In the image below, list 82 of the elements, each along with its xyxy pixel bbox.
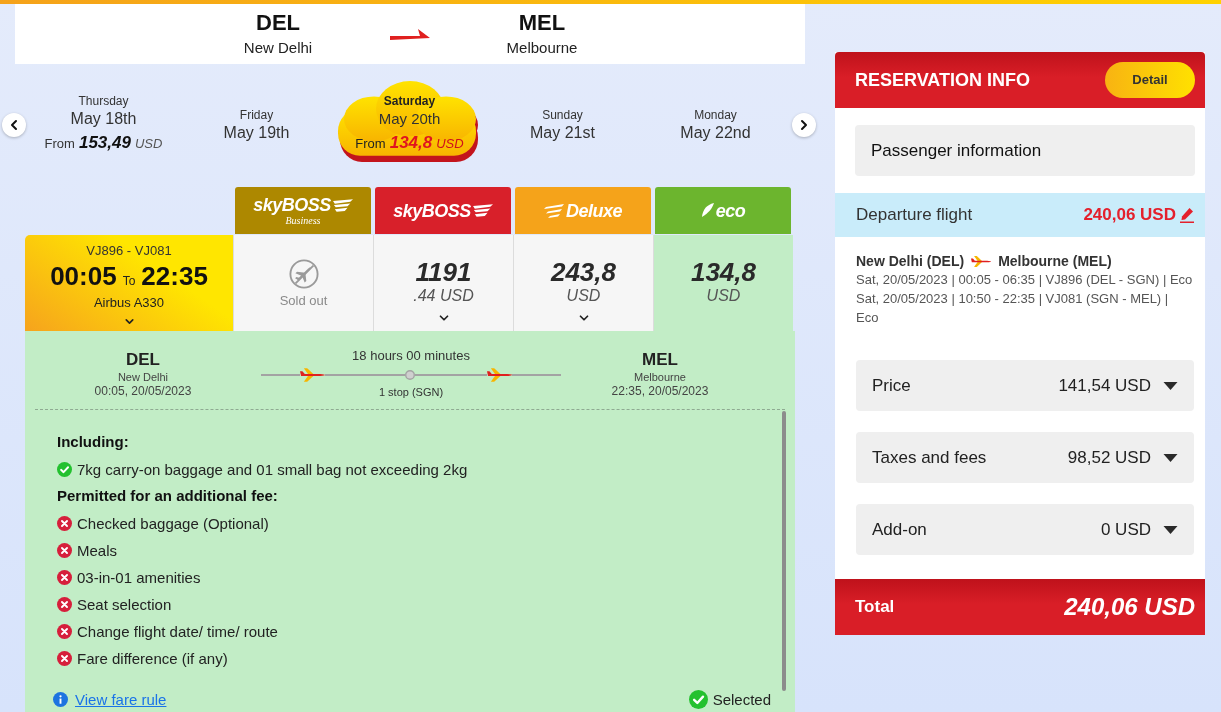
flight-summary-card[interactable]: VJ896 - VJ081 00:05 To 22:35 Airbus A330 <box>25 235 233 331</box>
city-name: New Delhi <box>117 371 169 384</box>
charge-row[interactable]: Add-on 0 USD <box>856 504 1194 555</box>
caret-down-icon <box>1163 381 1178 390</box>
date-option[interactable]: Saturday May 20th From 134,8 USD <box>333 80 486 170</box>
fare-option[interactable]: 243,8 USD <box>513 235 653 331</box>
fare-feature-text: 7kg carry-on baggage and 01 small bag not exceeding 2kg <box>77 460 468 479</box>
city-name: Melbourne <box>506 39 578 57</box>
total-label: Total <box>855 596 895 619</box>
date-option[interactable]: Monday May 22nd <box>639 80 792 170</box>
fare-option[interactable]: 1191 .44 USD <box>373 235 513 331</box>
fare-feature-text: Meals <box>77 541 117 560</box>
segment-details: Sat, 20/05/2023 | 10:50 - 22:35 | VJ081 (SGN - MEL) | Eco <box>856 290 1170 327</box>
date-option[interactable]: Thursday May 18th From 153,49 USD <box>27 80 180 170</box>
stops-info: 1 stop (SGN) <box>378 386 444 399</box>
x-circle-icon <box>57 516 72 531</box>
date-option[interactable]: Sunday May 21st <box>486 80 639 170</box>
plane-icon <box>300 368 325 382</box>
x-circle-icon <box>57 570 72 585</box>
airport-code: MEL <box>518 11 566 35</box>
fare-feature-text: 03-in-01 amenities <box>77 568 201 587</box>
fare-feature-text: Checked baggage (Optional) <box>77 514 269 533</box>
detail-button[interactable]: Detail <box>1105 62 1195 98</box>
edit-icon[interactable] <box>1180 207 1194 223</box>
fare-feature-text: Fare difference (if any) <box>77 649 228 668</box>
arrival-time: 22:35 <box>141 261 208 291</box>
airport-code: DEL <box>256 11 300 35</box>
fare-class-name: Deluxe <box>566 200 622 221</box>
info-icon <box>53 692 68 707</box>
fare-feature-text: Change flight date/ time/ route <box>77 622 278 641</box>
section-heading: Permitted for an additional fee: <box>57 486 279 507</box>
plane-slash-icon <box>288 259 319 289</box>
flight-numbers: VJ896 - VJ081 <box>86 243 172 259</box>
speed-lines-icon <box>544 203 564 218</box>
city-name: Melbourne <box>634 371 686 384</box>
charge-row[interactable]: Taxes and fees 98,52 USD <box>856 432 1194 483</box>
fare-class-name: eco <box>715 200 746 221</box>
fare-class-name: skyBOSS <box>393 200 471 221</box>
sold-out-label: Sold out <box>279 293 328 308</box>
fare-feature-text: Seat selection <box>77 595 172 614</box>
segment-details: Sat, 20/05/2023 | 00:05 - 06:35 | VJ896 (DEL - SGN) | Eco <box>856 271 1194 289</box>
x-circle-icon <box>57 651 72 666</box>
aircraft-name: Airbus A330 <box>93 295 165 311</box>
airport-code: MEL <box>642 350 678 370</box>
x-circle-icon <box>57 597 72 612</box>
wing-icon <box>472 204 493 217</box>
charge-row[interactable]: Price 141,54 USD <box>856 360 1194 411</box>
airport-code: DEL <box>126 350 160 370</box>
to-label: To <box>122 273 136 290</box>
panel-title: RESERVATION INFO <box>855 68 1031 92</box>
departure-amount: 240,06 USD <box>1083 204 1176 227</box>
fare-rule-link[interactable]: View fare rule <box>75 690 167 709</box>
previous-dates-button[interactable] <box>2 113 26 137</box>
fare-class-subtitle: Business <box>285 215 321 226</box>
departure-label: Departure flight <box>856 204 973 227</box>
caret-down-icon <box>1163 453 1178 462</box>
x-circle-icon <box>57 543 72 558</box>
flight-duration: 18 hours 00 minutes <box>352 348 470 364</box>
section-heading: Including: <box>57 432 130 453</box>
scrollbar[interactable] <box>782 411 786 691</box>
fare-class-name: skyBOSS <box>253 195 331 215</box>
fare-option[interactable]: 134,8 USD <box>653 235 793 331</box>
passenger-info-section[interactable]: Passenger information <box>855 125 1195 176</box>
plane-icon <box>487 368 512 382</box>
check-circle-icon <box>57 462 72 477</box>
plane-icon <box>971 255 992 267</box>
next-dates-button[interactable] <box>792 113 816 137</box>
x-circle-icon <box>57 624 72 639</box>
selected-label: Selected <box>712 690 771 709</box>
departure-time: 00:05 <box>50 261 117 291</box>
city-name: New Delhi <box>243 39 313 57</box>
arrow-right-icon <box>390 28 430 40</box>
check-circle-icon <box>688 690 708 709</box>
route-to: Melbourne (MEL) <box>998 251 1112 271</box>
caret-down-icon <box>1163 525 1178 534</box>
date-time: 00:05, 20/05/2023 <box>94 384 192 398</box>
wing-icon <box>332 198 353 212</box>
date-time: 22:35, 20/05/2023 <box>611 384 709 398</box>
route-from: New Delhi (DEL) <box>856 251 965 271</box>
leaf-icon <box>700 203 714 218</box>
date-option[interactable]: Friday May 19th <box>180 80 333 170</box>
total-amount: 240,06 USD <box>1064 592 1195 622</box>
